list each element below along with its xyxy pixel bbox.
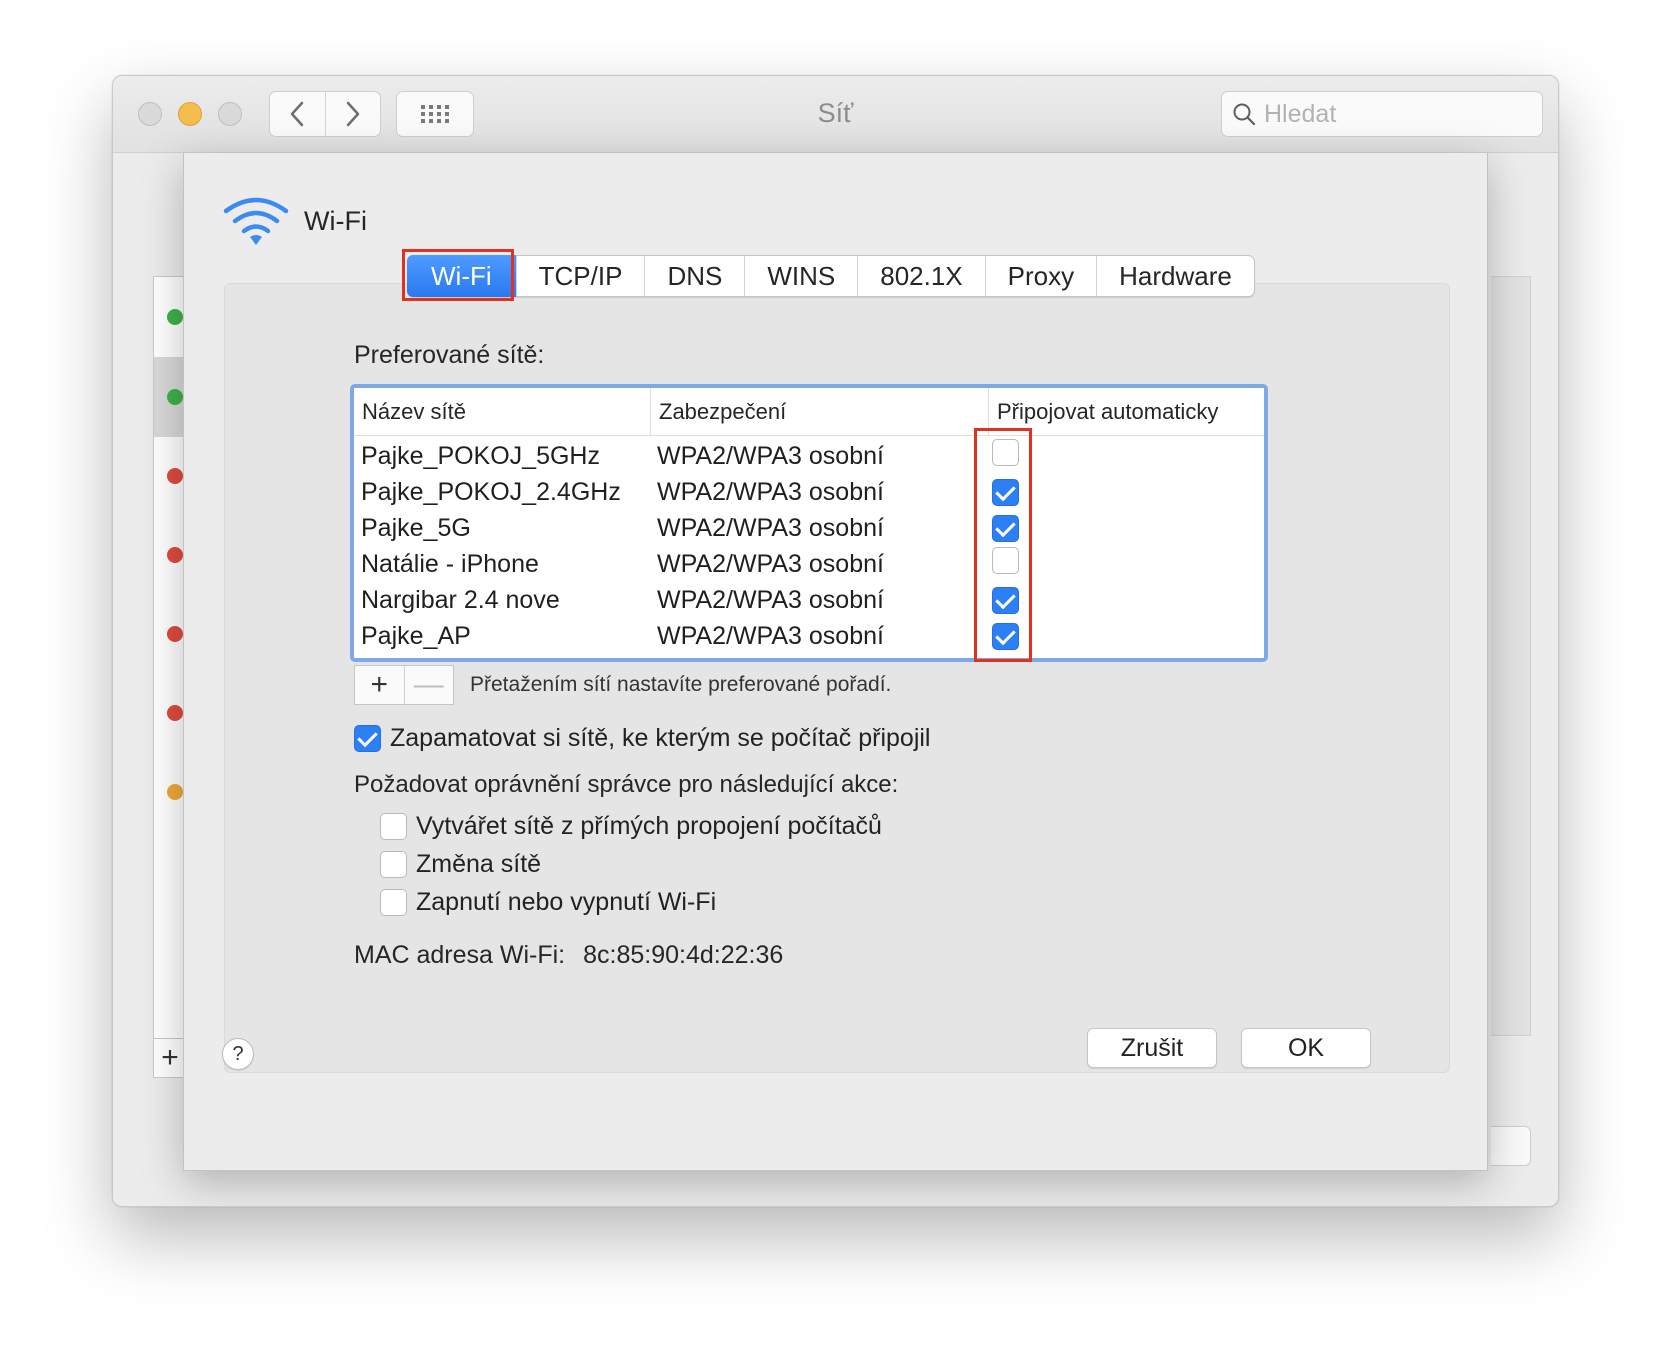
preferred-networks-table[interactable]: Název sítě Zabezpečení Připojovat automa… <box>350 384 1268 662</box>
require-admin-label: Požadovat oprávnění správce pro následuj… <box>354 771 899 798</box>
status-dot <box>167 309 183 325</box>
admin-option-label: Zapnutí nebo vypnutí Wi-Fi <box>416 888 717 916</box>
network-security: WPA2/WPA3 osobní <box>657 513 884 542</box>
tab-proxy[interactable]: Proxy <box>984 256 1096 296</box>
table-row[interactable]: Pajke_AP WPA2/WPA3 osobní <box>354 618 1264 654</box>
tab-dns[interactable]: DNS <box>644 256 744 296</box>
admin-option-label: Změna sítě <box>416 850 542 878</box>
tab-bar: Wi-Fi TCP/IP DNS WINS 802.1X Proxy Hardw… <box>407 255 1255 297</box>
add-network-button[interactable]: + <box>355 666 404 704</box>
status-dot <box>167 547 183 563</box>
status-dot <box>167 705 183 721</box>
advanced-settings-sheet: Wi-Fi Wi-Fi TCP/IP DNS WINS 802.1X Proxy… <box>183 153 1488 1171</box>
admin-option-computer-to-computer[interactable]: Vytvářet sítě z přímých propojení počíta… <box>380 812 882 841</box>
status-dot <box>167 784 183 800</box>
network-security: WPA2/WPA3 osobní <box>657 441 884 470</box>
column-header-name[interactable]: Název sítě <box>354 388 650 435</box>
table-body: Pajke_POKOJ_5GHz WPA2/WPA3 osobní Pajke_… <box>354 436 1264 654</box>
admin-option-checkbox[interactable] <box>380 813 407 840</box>
network-name: Natálie - iPhone <box>361 549 539 578</box>
reorder-hint: Přetažením sítí nastavíte preferované po… <box>470 673 892 696</box>
network-name: Pajke_POKOJ_2.4GHz <box>361 477 621 506</box>
search-input[interactable] <box>1264 99 1524 129</box>
service-name: Wi-Fi <box>304 205 367 236</box>
network-name: Pajke_5G <box>361 513 471 542</box>
wifi-icon <box>223 197 289 245</box>
sheet-header: Wi-Fi <box>222 195 367 247</box>
detail-panel-background <box>1491 276 1531 1036</box>
admin-option-change-network[interactable]: Změna sítě <box>380 850 541 879</box>
network-name: Pajke_AP <box>361 621 471 650</box>
background-button <box>1491 1126 1531 1166</box>
table-row[interactable]: Pajke_5G WPA2/WPA3 osobní <box>354 510 1264 546</box>
admin-option-toggle-wifi[interactable]: Zapnutí nebo vypnutí Wi-Fi <box>380 888 716 917</box>
table-row[interactable]: Pajke_POKOJ_5GHz WPA2/WPA3 osobní <box>354 438 1264 474</box>
add-service-button[interactable]: + <box>153 1038 187 1078</box>
remember-networks-checkbox[interactable] <box>354 725 381 752</box>
remove-network-button[interactable]: — <box>403 666 454 704</box>
status-dot <box>167 626 183 642</box>
table-row[interactable]: Nargibar 2.4 nove WPA2/WPA3 osobní <box>354 582 1264 618</box>
network-security: WPA2/WPA3 osobní <box>657 477 884 506</box>
network-preferences-window: Síť + Wi-Fi <box>112 75 1559 1207</box>
cancel-button[interactable]: Zrušit <box>1087 1028 1217 1068</box>
search-icon <box>1233 103 1256 126</box>
admin-option-checkbox[interactable] <box>380 889 407 916</box>
preferred-networks-label: Preferované sítě: <box>354 341 545 369</box>
remember-networks-label: Zapamatovat si sítě, ke kterým se počíta… <box>390 724 931 752</box>
tab-wins[interactable]: WINS <box>744 256 857 296</box>
remember-networks-option[interactable]: Zapamatovat si sítě, ke kterým se počíta… <box>354 724 931 753</box>
tab-tcpip[interactable]: TCP/IP <box>515 256 645 296</box>
table-row[interactable]: Pajke_POKOJ_2.4GHz WPA2/WPA3 osobní <box>354 474 1264 510</box>
mac-address: MAC adresa Wi-Fi: 8c:85:90:4d:22:36 <box>354 941 783 970</box>
status-dot <box>167 389 183 405</box>
mac-address-label: MAC adresa Wi-Fi: <box>354 941 566 969</box>
add-remove-control: + — <box>354 665 454 705</box>
help-button[interactable]: ? <box>222 1038 254 1070</box>
status-dot <box>167 468 183 484</box>
search-field[interactable] <box>1221 91 1543 137</box>
title-bar: Síť <box>113 76 1558 153</box>
network-name: Nargibar 2.4 nove <box>361 585 560 614</box>
table-header: Název sítě Zabezpečení Připojovat automa… <box>354 388 1264 436</box>
admin-option-checkbox[interactable] <box>380 851 407 878</box>
highlight-box <box>974 428 1032 662</box>
network-security: WPA2/WPA3 osobní <box>657 585 884 614</box>
admin-option-label: Vytvářet sítě z přímých propojení počíta… <box>416 812 882 840</box>
ok-button[interactable]: OK <box>1241 1028 1371 1068</box>
network-security: WPA2/WPA3 osobní <box>657 621 884 650</box>
tab-hardware[interactable]: Hardware <box>1096 256 1254 296</box>
network-name: Pajke_POKOJ_5GHz <box>361 441 600 470</box>
column-header-security[interactable]: Zabezpečení <box>650 388 988 435</box>
tab-8021x[interactable]: 802.1X <box>857 256 984 296</box>
mac-address-value: 8c:85:90:4d:22:36 <box>583 941 784 969</box>
network-security: WPA2/WPA3 osobní <box>657 549 884 578</box>
table-row[interactable]: Natálie - iPhone WPA2/WPA3 osobní <box>354 546 1264 582</box>
highlight-box <box>402 249 514 301</box>
